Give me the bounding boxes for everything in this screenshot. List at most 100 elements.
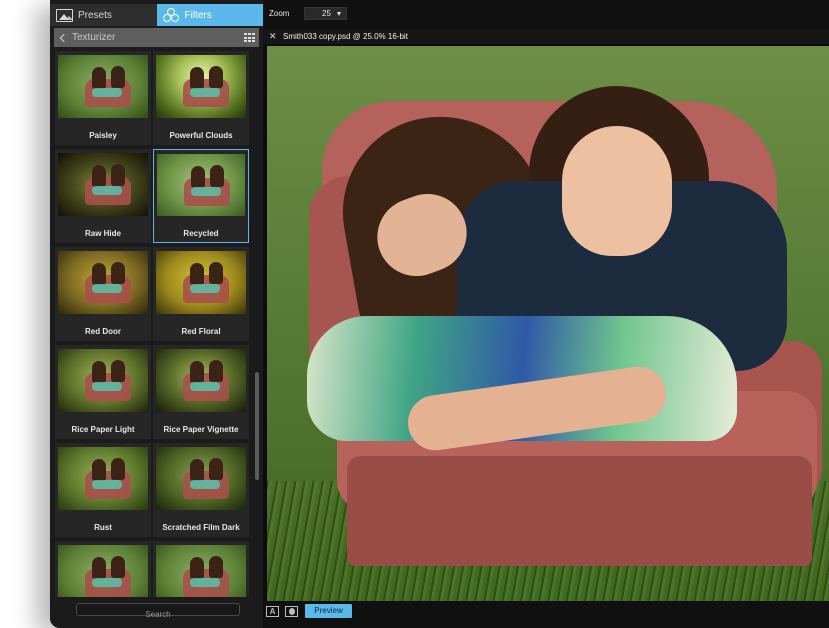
close-icon[interactable]: ✕ — [263, 29, 277, 44]
preview-dress — [92, 284, 122, 293]
preview-girl-left — [191, 166, 205, 188]
filter-preview-image — [58, 349, 148, 412]
document-title: Smith033 copy.psd @ 25.0% 16-bit — [283, 32, 408, 41]
filter-label: Powerful Clouds — [169, 131, 233, 140]
filters-circles-icon — [162, 7, 180, 23]
preview-girl-right — [111, 262, 125, 284]
preview-dress — [92, 578, 122, 587]
image-canvas[interactable] — [267, 46, 829, 601]
preview-girl-left — [190, 459, 204, 481]
preview-girl-left — [190, 361, 204, 383]
preview-girl-left — [190, 557, 204, 579]
filter-thumbnail[interactable]: Raw Hide — [55, 149, 151, 243]
browser-panel: Presets Filters Texturizer Paisley Powerf… — [50, 0, 263, 628]
filter-thumbnail[interactable]: Scratched Film Dark — [153, 443, 249, 537]
filter-thumbnail[interactable]: Red Door — [55, 247, 151, 341]
filter-thumbnail-grid: Paisley Powerful Clouds Raw Hide Recycled Re… — [55, 51, 254, 597]
filter-label: Paisley — [89, 131, 117, 140]
filter-preview-image — [156, 545, 246, 597]
preview-dress — [92, 88, 122, 97]
scrollbar-thumb[interactable] — [255, 372, 259, 480]
view-a-button[interactable]: A — [266, 606, 279, 617]
filter-label: Rust — [94, 523, 112, 532]
preview-girl-right — [209, 66, 223, 88]
document-tab: ✕ Smith033 copy.psd @ 25.0% 16-bit — [263, 29, 829, 44]
preview-button[interactable]: Preview — [305, 604, 352, 618]
preview-girl-left — [190, 263, 204, 285]
preview-dress — [190, 88, 220, 97]
girl-right-face — [562, 126, 672, 256]
filter-preview-image — [156, 251, 246, 314]
filter-thumbnail[interactable] — [153, 541, 249, 597]
filter-label: Raw Hide — [84, 229, 121, 238]
preview-dress — [92, 186, 122, 195]
filter-label: Scratched Film Dark — [162, 523, 240, 532]
preview-girl-right — [209, 458, 223, 480]
preview-girl-left — [92, 263, 106, 285]
preview-dress — [190, 284, 220, 293]
preview-dress — [92, 382, 122, 391]
preview-girl-left — [92, 361, 106, 383]
filter-preview-image — [58, 55, 148, 118]
armchair-front — [347, 456, 812, 566]
preview-girl-right — [209, 262, 223, 284]
preview-dress — [190, 480, 220, 489]
filter-thumbnail[interactable]: Rice Paper Light — [55, 345, 151, 439]
filter-label: Red Door — [85, 327, 121, 336]
filter-preview-image — [58, 251, 148, 314]
mask-view-icon[interactable] — [285, 606, 298, 617]
preview-girl-right — [210, 165, 224, 187]
filter-preview-image — [156, 55, 246, 118]
preview-girl-right — [209, 360, 223, 382]
app-window: Presets Filters Texturizer Paisley Powerf… — [50, 0, 829, 628]
filter-preview-image — [58, 545, 148, 597]
filter-preview-image — [157, 154, 245, 216]
tab-presets-label: Presets — [78, 9, 112, 21]
back-chevron-icon[interactable] — [59, 33, 69, 42]
preview-girl-right — [111, 458, 125, 480]
filter-preview-image — [58, 447, 148, 510]
image-icon — [56, 8, 73, 22]
filter-label: Recycled — [183, 229, 219, 238]
filter-preview-image — [156, 349, 246, 412]
preview-dress — [190, 578, 220, 587]
thumbnail-scrollbar[interactable] — [255, 51, 259, 597]
category-title: Texturizer — [72, 32, 116, 43]
filter-thumbnail[interactable]: Recycled — [153, 149, 249, 243]
zoom-value: 25 — [322, 9, 331, 18]
grid-view-icon[interactable] — [244, 33, 255, 42]
zoom-label: Zoom — [269, 9, 290, 18]
top-toolbar: Zoom 25 — [263, 0, 829, 28]
filter-label: Rice Paper Vignette — [163, 425, 239, 434]
caret-down-icon — [337, 11, 341, 16]
search-input[interactable] — [77, 609, 239, 620]
preview-girl-right — [111, 66, 125, 88]
preview-girl-right — [111, 164, 125, 186]
panel-tabs: Presets Filters — [50, 4, 263, 26]
tab-filters[interactable]: Filters — [156, 4, 263, 26]
bottom-bar: A Preview — [263, 601, 829, 628]
preview-girl-right — [111, 360, 125, 382]
preview-girl-left — [92, 165, 106, 187]
search-box — [76, 603, 240, 620]
filter-thumbnail[interactable]: Powerful Clouds — [153, 51, 249, 145]
filter-thumbnail[interactable]: Rust — [55, 443, 151, 537]
preview-dress — [92, 480, 122, 489]
zoom-dropdown[interactable]: 25 — [304, 7, 347, 20]
tab-filters-label: Filters — [184, 9, 212, 21]
filter-label: Red Floral — [181, 327, 221, 336]
filter-thumbnail[interactable]: Paisley — [55, 51, 151, 145]
filter-label: Rice Paper Light — [71, 425, 135, 434]
filter-thumbnail[interactable]: Red Floral — [153, 247, 249, 341]
preview-dress — [191, 187, 221, 196]
filter-preview-image — [156, 447, 246, 510]
preview-girl-right — [111, 556, 125, 578]
filter-preview-image — [58, 153, 148, 216]
category-header: Texturizer — [54, 28, 259, 47]
filter-thumbnail[interactable]: Rice Paper Vignette — [153, 345, 249, 439]
filter-thumbnail[interactable] — [55, 541, 151, 597]
tab-presets[interactable]: Presets — [50, 4, 157, 26]
preview-girl-right — [209, 556, 223, 578]
preview-girl-left — [190, 67, 204, 89]
preview-girl-left — [92, 557, 106, 579]
